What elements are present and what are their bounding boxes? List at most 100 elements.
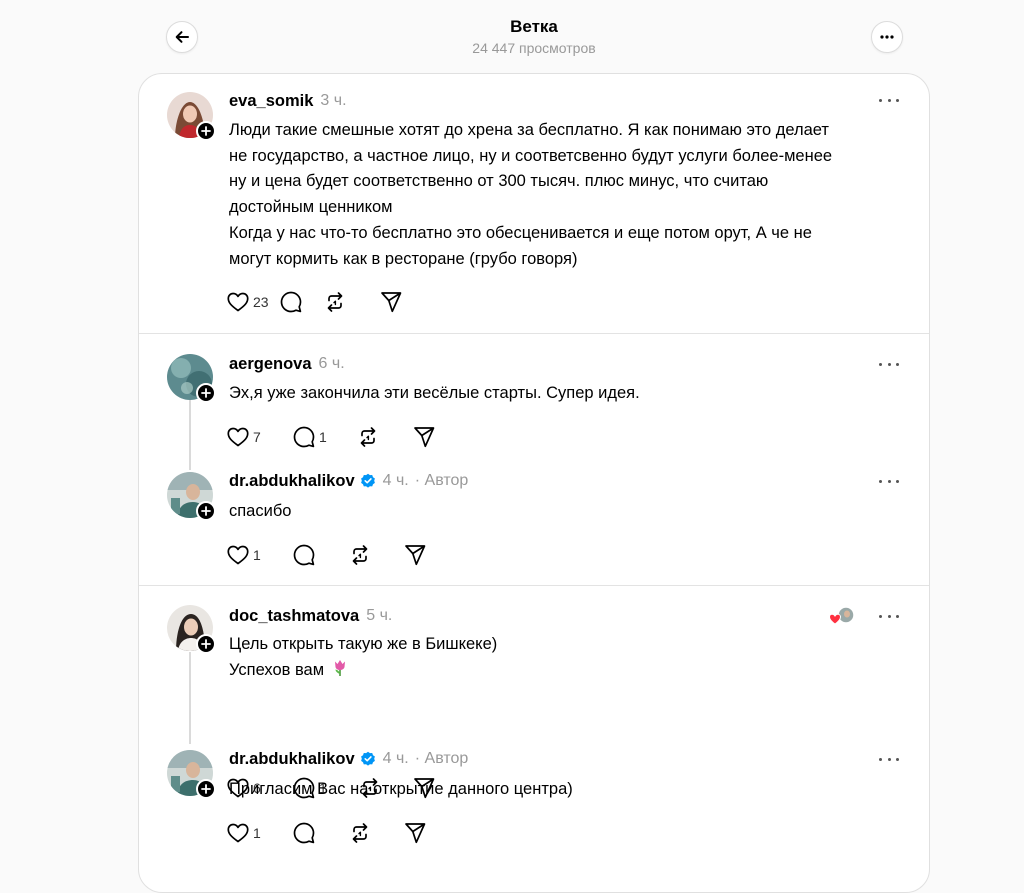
post-more-button[interactable] <box>879 95 899 105</box>
avatar[interactable] <box>167 750 216 799</box>
share-button[interactable] <box>404 822 426 844</box>
timestamp[interactable]: 5 ч. <box>366 607 392 625</box>
post-header: dr.abdukhalikov 4 ч. · Автор <box>229 748 468 770</box>
send-icon <box>405 545 426 566</box>
share-button[interactable] <box>380 291 402 313</box>
repost-icon <box>352 823 368 843</box>
thread-line <box>189 652 191 744</box>
timestamp[interactable]: 3 ч. <box>320 92 346 110</box>
follow-button[interactable] <box>196 501 216 521</box>
post-header: doc_tashmatova 5 ч. <box>229 605 392 627</box>
like-count: 23 <box>253 294 269 310</box>
follow-button[interactable] <box>196 634 216 654</box>
post-header: eva_somik 3 ч. <box>229 90 347 112</box>
reply-button[interactable] <box>293 822 349 844</box>
send-icon <box>405 823 426 844</box>
post-header: aergenova 6 ч. <box>229 353 345 375</box>
post-more-button[interactable] <box>879 359 899 369</box>
like-button[interactable]: 23 <box>227 292 280 312</box>
post-actions: 7 1 <box>227 425 435 449</box>
timestamp[interactable]: 6 ч. <box>319 355 345 373</box>
send-icon <box>381 292 402 313</box>
post-text-line: не государство, а частное лицо, ну и соо… <box>229 146 833 165</box>
username[interactable]: doc_tashmatova <box>229 607 359 626</box>
more-options-button[interactable] <box>871 21 903 53</box>
follow-button[interactable] <box>196 779 216 799</box>
liked-by-author-indicator[interactable] <box>828 606 857 628</box>
repost-button[interactable] <box>349 822 404 844</box>
avatar[interactable] <box>167 354 216 403</box>
verified-badge-icon <box>360 473 376 489</box>
speech-bubble-icon <box>293 426 315 448</box>
plus-icon <box>201 388 211 398</box>
post-actions: 1 <box>227 543 426 567</box>
repost-icon <box>360 427 376 447</box>
share-button[interactable] <box>404 544 426 566</box>
post-text-line: Эх,я уже закончила эти весёлые старты. С… <box>229 384 640 402</box>
like-button[interactable]: 1 <box>227 823 293 843</box>
timestamp[interactable]: 4 ч. <box>383 472 409 490</box>
post-text-line: достойным ценником <box>229 198 393 217</box>
post-text-line: могут кормить как в ресторане (грубо гов… <box>229 249 578 268</box>
post-more-button[interactable] <box>879 754 899 764</box>
like-count: 1 <box>253 547 261 563</box>
thread-line <box>189 400 191 470</box>
repost-icon <box>352 545 368 565</box>
avatar[interactable] <box>167 472 216 521</box>
heart-icon <box>227 292 249 312</box>
author-label: · Автор <box>414 750 469 767</box>
post-actions: 1 <box>227 821 426 845</box>
plus-icon <box>201 639 211 649</box>
post-text: Пригласим Вас на открытие данного центра… <box>229 777 909 803</box>
post-text-line: Пригласим Вас на открытие данного центра… <box>229 780 573 798</box>
username[interactable]: dr.abdukhalikov <box>229 472 355 491</box>
plus-icon <box>201 126 211 136</box>
tulip-emoji-icon <box>332 659 348 686</box>
timestamp[interactable]: 4 ч. <box>383 750 409 768</box>
divider <box>139 333 929 334</box>
like-button[interactable]: 1 <box>227 545 293 565</box>
username[interactable]: eva_somik <box>229 92 313 111</box>
verified-badge-icon <box>360 751 376 767</box>
speech-bubble-icon <box>293 822 315 844</box>
like-button[interactable]: 7 <box>227 427 293 447</box>
reply-count: 1 <box>319 429 327 445</box>
repost-button[interactable] <box>357 426 413 448</box>
reply-button[interactable] <box>280 291 324 313</box>
speech-bubble-icon <box>293 544 315 566</box>
like-count: 7 <box>253 429 261 445</box>
username[interactable]: aergenova <box>229 355 312 374</box>
post-text: Эх,я уже закончила эти весёлые старты. С… <box>229 381 909 407</box>
heart-icon <box>227 823 249 843</box>
post-actions: 23 <box>227 290 402 314</box>
post-text: спасибо <box>229 499 909 525</box>
post-text-line: Успехов вам <box>229 658 909 686</box>
post-more-button[interactable] <box>879 611 899 621</box>
follow-button[interactable] <box>196 121 216 141</box>
reply-button[interactable]: 1 <box>293 426 357 448</box>
share-button[interactable] <box>413 426 435 448</box>
speech-bubble-icon <box>280 291 302 313</box>
username[interactable]: dr.abdukhalikov <box>229 750 355 769</box>
more-horizontal-icon <box>880 35 894 39</box>
avatar[interactable] <box>167 605 216 654</box>
like-count: 1 <box>253 825 261 841</box>
post-more-button[interactable] <box>879 476 899 486</box>
repost-button[interactable] <box>349 544 404 566</box>
post-text-line: спасибо <box>229 502 292 520</box>
heart-icon <box>227 545 249 565</box>
post-text-line-content: Успехов вам <box>229 660 325 679</box>
top-bar: Ветка 24 447 просмотров <box>0 0 1024 72</box>
send-icon <box>414 427 435 448</box>
repost-icon <box>327 292 343 312</box>
post-text: Цель открыть такую же в Бишкеке) Успехов… <box>229 632 909 685</box>
post-text-line: ну и цена будет соответственно от 300 ты… <box>229 172 769 191</box>
avatar[interactable] <box>167 92 216 141</box>
view-count: 24 447 просмотров <box>472 40 596 56</box>
author-label: · Автор <box>414 472 469 489</box>
thread-card: eva_somik 3 ч. Люди такие смешные хотят … <box>138 73 930 893</box>
post-header: dr.abdukhalikov 4 ч. · Автор <box>229 470 468 492</box>
reply-button[interactable] <box>293 544 349 566</box>
follow-button[interactable] <box>196 383 216 403</box>
repost-button[interactable] <box>324 291 380 313</box>
